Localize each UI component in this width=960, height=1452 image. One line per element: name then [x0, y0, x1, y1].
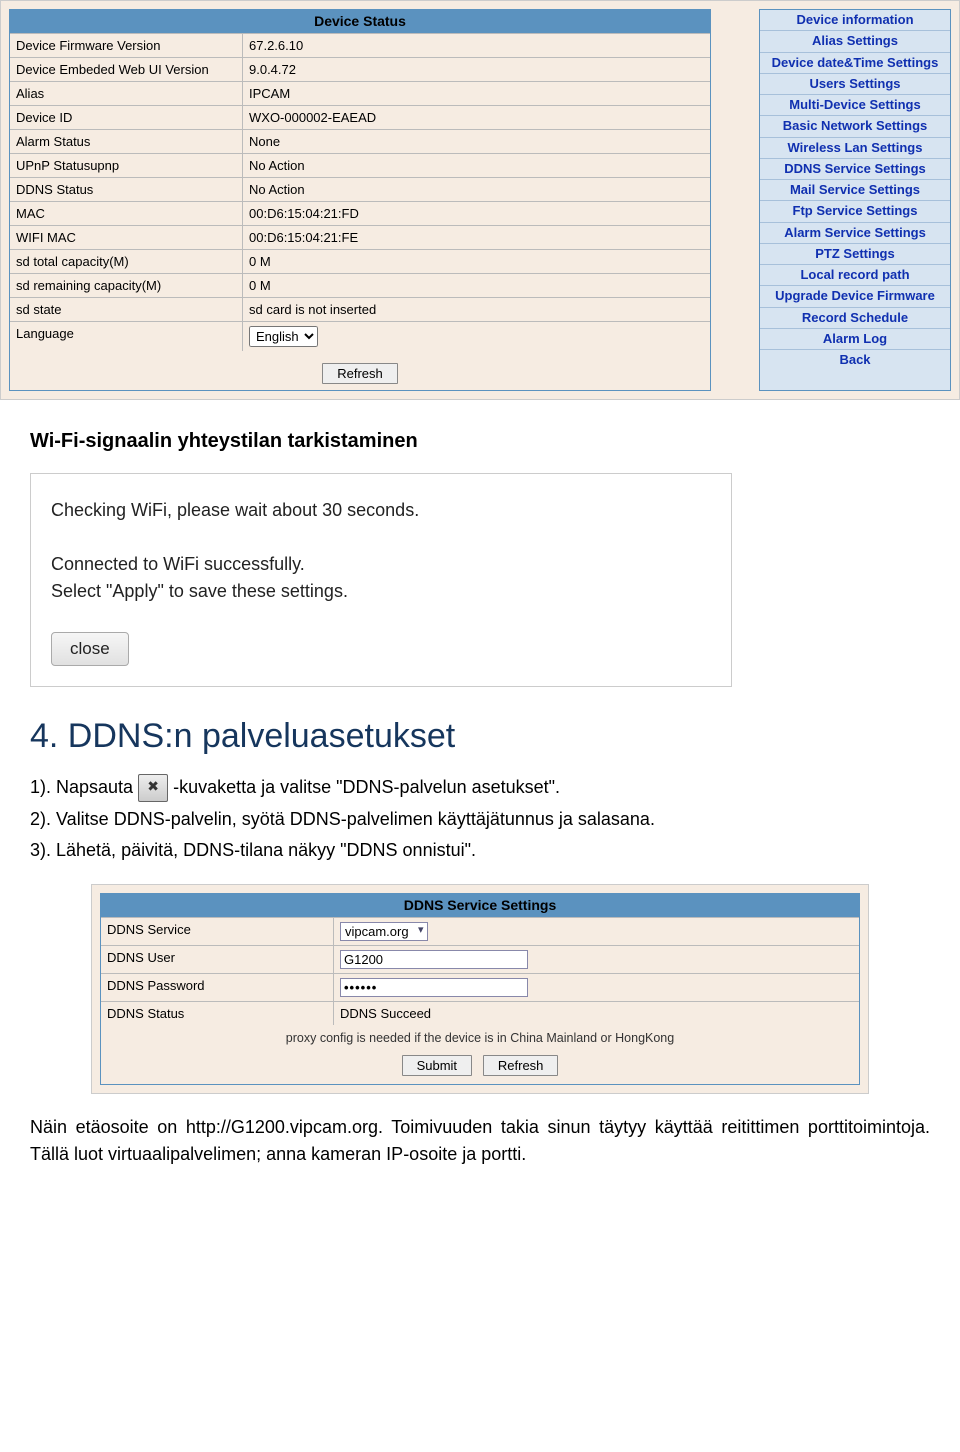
refresh-button[interactable]: Refresh — [322, 363, 398, 384]
sidebar-item-local-record-path[interactable]: Local record path — [760, 265, 950, 286]
sidebar-item-alarm-service-settings[interactable]: Alarm Service Settings — [760, 223, 950, 244]
table-row: WIFI MAC00:D6:15:04:21:FE — [10, 225, 710, 249]
row-key: WIFI MAC — [10, 225, 243, 249]
proxy-config-note: proxy config is needed if the device is … — [101, 1025, 859, 1055]
sidebar-item-record-schedule[interactable]: Record Schedule — [760, 308, 950, 329]
sidebar-item-alias-settings[interactable]: Alias Settings — [760, 31, 950, 52]
table-row: sd statesd card is not inserted — [10, 297, 710, 321]
step1-text-a: 1). Napsauta — [30, 777, 133, 797]
sidebar-item-device-information[interactable]: Device information — [760, 10, 950, 31]
row-key: DDNS Password — [101, 973, 334, 1001]
ddns-user-row: DDNS User — [101, 945, 859, 973]
sidebar-item-mail-service-settings[interactable]: Mail Service Settings — [760, 180, 950, 201]
row-value: No Action — [243, 177, 710, 201]
row-value: 00:D6:15:04:21:FD — [243, 201, 710, 225]
row-key: Alarm Status — [10, 129, 243, 153]
table-row: MAC00:D6:15:04:21:FD — [10, 201, 710, 225]
table-row: Device Firmware Version67.2.6.10 — [10, 33, 710, 57]
step2-text: 2). Valitse DDNS-palvelin, syötä DDNS-pa… — [30, 806, 930, 833]
sidebar-item-ptz-settings[interactable]: PTZ Settings — [760, 244, 950, 265]
sidebar-item-users-settings[interactable]: Users Settings — [760, 74, 950, 95]
row-value: 9.0.4.72 — [243, 57, 710, 81]
row-value: No Action — [243, 153, 710, 177]
wifi-connected-text: Connected to WiFi successfully. — [51, 554, 711, 575]
step1-text-b: -kuvaketta ja valitse "DDNS-palvelun ase… — [173, 777, 560, 797]
device-status-screenshot: Device Status Device Firmware Version67.… — [0, 0, 960, 400]
refresh-button[interactable]: Refresh — [483, 1055, 559, 1076]
sidebar-item-basic-network-settings[interactable]: Basic Network Settings — [760, 116, 950, 137]
row-value: 67.2.6.10 — [243, 33, 710, 57]
row-value: WXO-000002-EAEAD — [243, 105, 710, 129]
row-value: sd card is not inserted — [243, 297, 710, 321]
wifi-apply-text: Select "Apply" to save these settings. — [51, 581, 711, 602]
ddns-status-value: DDNS Succeed — [334, 1001, 859, 1025]
row-key: Device Embeded Web UI Version — [10, 57, 243, 81]
row-value: 0 M — [243, 273, 710, 297]
wifi-check-screenshot: Checking WiFi, please wait about 30 seco… — [30, 473, 732, 687]
wifi-check-heading: Wi-Fi-signaalin yhteystilan tarkistamine… — [30, 430, 930, 453]
ddns-status-row: DDNS Status DDNS Succeed — [101, 1001, 859, 1025]
table-row: Device Embeded Web UI Version9.0.4.72 — [10, 57, 710, 81]
language-label: Language — [10, 321, 243, 351]
table-row: Device IDWXO-000002-EAEAD — [10, 105, 710, 129]
ddns-user-input[interactable] — [340, 950, 528, 969]
row-value: IPCAM — [243, 81, 710, 105]
ddns-service-select[interactable]: vipcam.org — [340, 922, 428, 941]
row-key: UPnP Statusupnp — [10, 153, 243, 177]
sidebar-item-wireless-lan-settings[interactable]: Wireless Lan Settings — [760, 138, 950, 159]
row-key: DDNS Status — [10, 177, 243, 201]
step3-text: 3). Lähetä, päivitä, DDNS-tilana näkyy "… — [30, 837, 930, 864]
refresh-row: Refresh — [10, 351, 710, 390]
ddns-settings-screenshot: DDNS Service Settings DDNS Service vipca… — [91, 884, 869, 1094]
row-key: sd total capacity(M) — [10, 249, 243, 273]
wifi-checking-text: Checking WiFi, please wait about 30 seco… — [51, 500, 711, 521]
row-key: DDNS User — [101, 945, 334, 973]
table-row: Alarm StatusNone — [10, 129, 710, 153]
sidebar-item-alarm-log[interactable]: Alarm Log — [760, 329, 950, 350]
tools-icon — [138, 774, 168, 802]
row-key: sd remaining capacity(M) — [10, 273, 243, 297]
section-4-title: 4. DDNS:n palveluasetukset — [30, 717, 930, 756]
row-key: Device ID — [10, 105, 243, 129]
sidebar-item-upgrade-firmware[interactable]: Upgrade Device Firmware — [760, 286, 950, 307]
settings-side-menu: Device information Alias Settings Device… — [759, 9, 951, 391]
ddns-password-input[interactable]: •••••• — [340, 978, 528, 997]
row-value: 0 M — [243, 249, 710, 273]
ddns-password-row: DDNS Password •••••• — [101, 973, 859, 1001]
submit-button[interactable]: Submit — [402, 1055, 472, 1076]
sidebar-item-multi-device-settings[interactable]: Multi-Device Settings — [760, 95, 950, 116]
ddns-steps: 1). Napsauta -kuvaketta ja valitse "DDNS… — [30, 774, 930, 864]
language-select[interactable]: English — [249, 326, 318, 347]
device-status-panel: Device Status Device Firmware Version67.… — [9, 9, 711, 391]
row-key: sd state — [10, 297, 243, 321]
device-status-title: Device Status — [10, 10, 710, 33]
ddns-panel-title: DDNS Service Settings — [101, 894, 859, 917]
close-button[interactable]: close — [51, 632, 129, 666]
row-key: DDNS Status — [101, 1001, 334, 1025]
row-key: Device Firmware Version — [10, 33, 243, 57]
row-key: Alias — [10, 81, 243, 105]
table-row: sd total capacity(M)0 M — [10, 249, 710, 273]
sidebar-item-back[interactable]: Back — [760, 350, 950, 370]
table-row: AliasIPCAM — [10, 81, 710, 105]
sidebar-item-datetime-settings[interactable]: Device date&Time Settings — [760, 53, 950, 74]
table-row: DDNS StatusNo Action — [10, 177, 710, 201]
language-row: Language English — [10, 321, 710, 351]
row-key: DDNS Service — [101, 917, 334, 945]
ddns-service-row: DDNS Service vipcam.org — [101, 917, 859, 945]
footer-paragraph: Näin etäosoite on http://G1200.vipcam.or… — [30, 1114, 930, 1168]
row-value: 00:D6:15:04:21:FE — [243, 225, 710, 249]
sidebar-item-ftp-service-settings[interactable]: Ftp Service Settings — [760, 201, 950, 222]
sidebar-item-ddns-service-settings[interactable]: DDNS Service Settings — [760, 159, 950, 180]
table-row: sd remaining capacity(M)0 M — [10, 273, 710, 297]
row-key: MAC — [10, 201, 243, 225]
row-value: None — [243, 129, 710, 153]
table-row: UPnP StatusupnpNo Action — [10, 153, 710, 177]
